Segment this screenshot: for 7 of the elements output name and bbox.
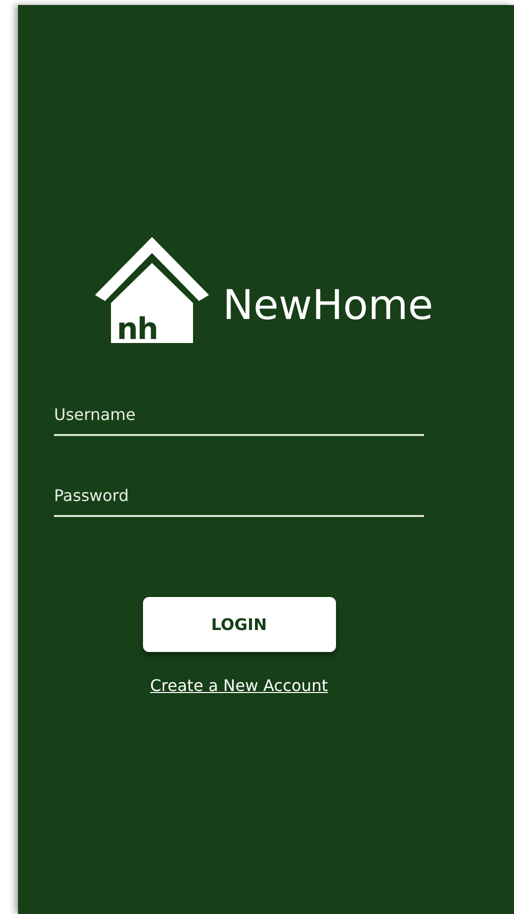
house-icon (94, 237, 209, 343)
login-button[interactable]: LOGIN (142, 597, 336, 652)
app-name: NewHome (222, 281, 434, 329)
logo-mark: nh (116, 315, 158, 345)
username-field[interactable]: Username (54, 395, 424, 436)
password-field[interactable]: Password (54, 476, 424, 517)
create-account-link[interactable]: Create a New Account (150, 676, 328, 695)
